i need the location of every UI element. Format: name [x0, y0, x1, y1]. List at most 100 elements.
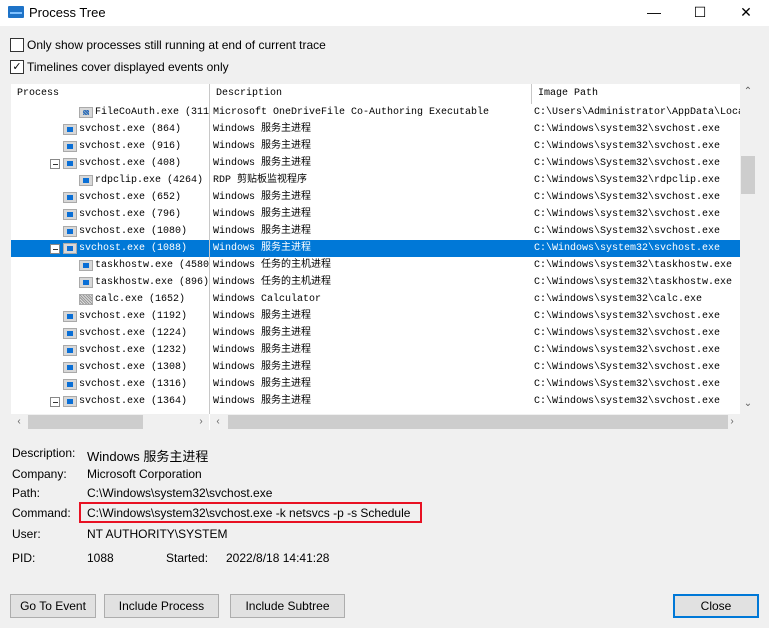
process-icon	[79, 175, 93, 186]
only-running-checkbox[interactable]	[10, 38, 24, 52]
table-row[interactable]: svchost.exe (864) Windows 服务主进程 C:\Windows…	[11, 121, 740, 138]
table-row[interactable]: svchost.exe (1080) Windows 服务主进程 C:\Window…	[11, 223, 740, 240]
scroll-left-icon[interactable]: ‹	[210, 416, 226, 427]
process-cell[interactable]: svchost.exe (1364)	[11, 393, 209, 410]
table-row[interactable]: svchost.exe (796) Windows 服务主进程 C:\Windows…	[11, 206, 740, 223]
image-path-cell: C:\Windows\System32\svchost.exe	[534, 192, 721, 203]
image-path-cell: c:\windows\system32\calc.exe	[534, 294, 703, 305]
table-row[interactable]: svchost.exe (1192) Windows 服务主进程 C:\Window…	[11, 308, 740, 325]
description-cell: Windows 服务主进程	[213, 141, 312, 152]
table-row[interactable]: svchost.exe (916) Windows 服务主进程 C:\Windows…	[11, 138, 740, 155]
column-header-description[interactable]: Description	[210, 84, 531, 104]
process-cell[interactable]: taskhostw.exe (896)	[11, 274, 209, 291]
scroll-up-icon[interactable]: ⌃	[740, 86, 756, 97]
include-subtree-button[interactable]: Include Subtree	[230, 594, 345, 618]
only-running-label[interactable]: Only show processes still running at end…	[27, 38, 326, 52]
description-cell: Windows 服务主进程	[213, 124, 312, 135]
process-icon	[63, 141, 77, 152]
description-cell: Windows 服务主进程	[213, 328, 312, 339]
hscroll-thumb[interactable]	[28, 415, 143, 429]
process-cell[interactable]: svchost.exe (408)	[11, 155, 209, 172]
image-path-cell: C:\Windows\System32\rdpclip.exe	[534, 175, 721, 186]
table-row[interactable]: svchost.exe (1308) Windows 服务主进程 C:\Window…	[11, 359, 740, 376]
table-row[interactable]: taskhostw.exe (896) Windows 任务的主机进程 C:\Win…	[11, 274, 740, 291]
collapse-icon[interactable]	[50, 244, 60, 254]
process-cell[interactable]: svchost.exe (1316)	[11, 376, 209, 393]
scroll-down-icon[interactable]: ⌄	[740, 398, 756, 409]
process-cell[interactable]: svchost.exe (864)	[11, 121, 209, 138]
process-icon	[63, 345, 77, 356]
collapse-icon[interactable]	[50, 159, 60, 169]
process-cell[interactable]: svchost.exe (652)	[11, 189, 209, 206]
company-value: Microsoft Corporation	[87, 467, 202, 481]
process-column-hscrollbar[interactable]: ‹ ›	[11, 414, 209, 430]
go-to-event-button[interactable]: Go To Event	[10, 594, 96, 618]
table-row[interactable]: svchost.exe (1224) Windows 服务主进程 C:\Window…	[11, 325, 740, 342]
column-header-process[interactable]: Process	[11, 84, 209, 104]
process-icon	[63, 124, 77, 135]
process-name: FileCoAuth.exe (3116)	[95, 107, 209, 118]
description-cell: Windows 服务主进程	[213, 243, 312, 254]
close-window-button[interactable]: ✕	[723, 0, 769, 26]
image-path-cell: C:\Windows\system32\svchost.exe	[534, 141, 721, 152]
process-tree-view[interactable]: Process Description Image Path FileCoAut…	[11, 84, 756, 430]
table-row[interactable]: svchost.exe (408) Windows 服务主进程 C:\Windows…	[11, 155, 740, 172]
main-hscrollbar[interactable]: ‹ ›	[210, 414, 756, 430]
table-row[interactable]: FileCoAuth.exe (3116) Microsoft OneDriveF…	[11, 104, 740, 121]
scroll-right-icon[interactable]: ›	[193, 416, 209, 427]
process-cell[interactable]: svchost.exe (1080)	[11, 223, 209, 240]
timelines-cover-checkbox[interactable]: ✓	[10, 60, 24, 74]
process-name: svchost.exe (916)	[79, 141, 182, 152]
scroll-left-icon[interactable]: ‹	[11, 416, 27, 427]
table-row[interactable]: svchost.exe (1364) Windows 服务主进程 C:\Window…	[11, 393, 740, 410]
minimize-button[interactable]: —	[631, 0, 677, 26]
close-button[interactable]: Close	[673, 594, 759, 618]
column-header-image-path[interactable]: Image Path	[532, 84, 740, 104]
table-row[interactable]: svchost.exe (1316) Windows 服务主进程 C:\Window…	[11, 376, 740, 393]
process-cell[interactable]: svchost.exe (916)	[11, 138, 209, 155]
process-cell[interactable]: FileCoAuth.exe (3116)	[11, 104, 209, 121]
process-name: svchost.exe (1316)	[79, 379, 188, 390]
checkmark-icon: ✓	[12, 61, 22, 73]
process-cell[interactable]: calc.exe (1652)	[11, 291, 209, 308]
scroll-right-icon[interactable]: ›	[724, 416, 740, 427]
table-row[interactable]: taskhostw.exe (4580) Windows 任务的主机进程 C:\Wi…	[11, 257, 740, 274]
process-cell[interactable]: rdpclip.exe (4264)	[11, 172, 209, 189]
table-row[interactable]: svchost.exe (652) Windows 服务主进程 C:\Windows…	[11, 189, 740, 206]
timelines-cover-label[interactable]: Timelines cover displayed events only	[27, 60, 229, 74]
process-cell[interactable]: svchost.exe (1308)	[11, 359, 209, 376]
description-cell: Windows 任务的主机进程	[213, 260, 332, 271]
collapse-icon[interactable]	[50, 397, 60, 407]
table-row[interactable]: svchost.exe (1088) Windows 服务主进程 C:\Window…	[11, 240, 740, 257]
process-name: rdpclip.exe (4264)	[95, 175, 204, 186]
maximize-button[interactable]: ☐	[677, 0, 723, 26]
process-cell[interactable]: taskhostw.exe (4580)	[11, 257, 209, 274]
column-divider[interactable]	[209, 84, 210, 414]
description-value: Windows 服务主进程	[87, 449, 209, 464]
path-value: C:\Windows\system32\svchost.exe	[87, 486, 273, 500]
process-cell[interactable]: svchost.exe (1232)	[11, 342, 209, 359]
process-cell[interactable]: svchost.exe (1088)	[11, 240, 209, 257]
process-name: svchost.exe (1364)	[79, 396, 188, 407]
image-path-cell: C:\Windows\system32\svchost.exe	[534, 311, 721, 322]
process-cell[interactable]: svchost.exe (1192)	[11, 308, 209, 325]
image-path-cell: C:\Windows\System32\svchost.exe	[534, 158, 721, 169]
image-path-cell: C:\Windows\system32\svchost.exe	[534, 124, 721, 135]
include-process-button[interactable]: Include Process	[104, 594, 219, 618]
process-cell[interactable]: svchost.exe (1224)	[11, 325, 209, 342]
image-path-cell: C:\Windows\System32\svchost.exe	[534, 362, 721, 373]
table-row[interactable]: calc.exe (1652) Windows Calculator c:\wind…	[11, 291, 740, 308]
table-row[interactable]: svchost.exe (1232) Windows 服务主进程 C:\Window…	[11, 342, 740, 359]
vertical-scrollbar[interactable]: ⌃ ⌄	[740, 84, 756, 414]
table-row[interactable]: rdpclip.exe (4264) RDP 剪贴板监视程序 C:\Windows\…	[11, 172, 740, 189]
column-divider[interactable]	[531, 84, 532, 104]
description-cell: Windows 服务主进程	[213, 345, 312, 356]
hscroll-thumb[interactable]	[228, 415, 728, 429]
user-value: NT AUTHORITY\SYSTEM	[87, 527, 228, 541]
process-cell[interactable]: svchost.exe (796)	[11, 206, 209, 223]
process-icon	[63, 158, 77, 169]
vertical-scroll-thumb[interactable]	[741, 156, 755, 194]
description-cell: Windows 任务的主机进程	[213, 277, 332, 288]
close-icon: ✕	[740, 4, 752, 20]
process-name: svchost.exe (1224)	[79, 328, 188, 339]
